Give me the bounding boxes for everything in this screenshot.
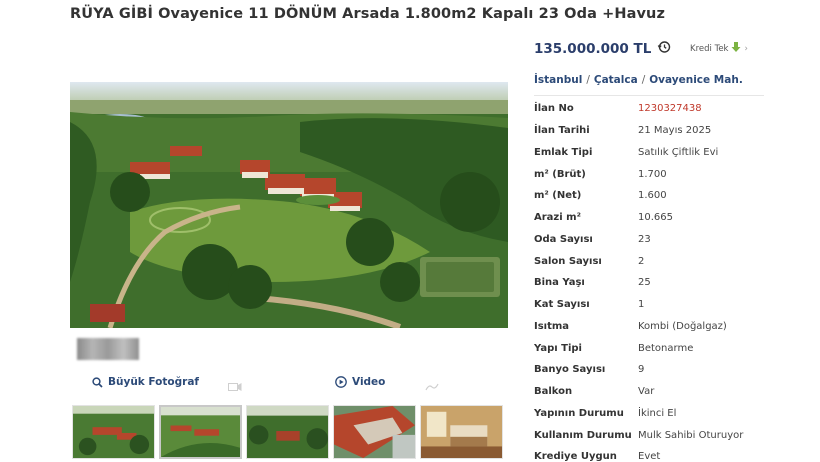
thumbnail-1[interactable] [72, 405, 155, 459]
detail-value: 1 [638, 299, 645, 311]
arrow-down-icon [731, 42, 741, 55]
detail-label: Banyo Sayısı [534, 364, 606, 376]
breadcrumb: İstanbul / Çatalca / Ovayenice Mah. [534, 74, 743, 86]
detail-row: Emlak Tipi Satılık Çiftlik Evi [534, 142, 774, 164]
detail-value: 1.700 [638, 168, 667, 180]
detail-row: Salon Sayısı 2 [534, 250, 774, 272]
detail-label: Salon Sayısı [534, 255, 602, 267]
detail-label: m² (Net) [534, 190, 582, 202]
detail-row: Kullanım Durumu Mulk Sahibi Oturuyor [534, 424, 774, 446]
detail-value: Var [638, 386, 655, 398]
detail-label: m² (Brüt) [534, 168, 586, 180]
blurred-thumbnail [77, 338, 139, 360]
thumbnail-3[interactable] [246, 405, 329, 459]
detail-row: Banyo Sayısı 9 [534, 359, 774, 381]
price: 135.000.000 TL [534, 40, 671, 58]
detail-label: Kullanım Durumu [534, 429, 632, 441]
kredi-label: Kredi Tek [690, 43, 729, 54]
detail-label: Isıtma [534, 320, 570, 332]
detail-label: Yapı Tipi [534, 342, 582, 354]
detail-label: İlan No [534, 103, 574, 115]
detail-row: m² (Brüt) 1.700 [534, 163, 774, 185]
detail-label: Krediye Uygun [534, 451, 617, 462]
breadcrumb-separator: / [641, 74, 646, 86]
detail-row: Bina Yaşı 25 [534, 272, 774, 294]
detail-value: 23 [638, 233, 651, 245]
breadcrumb-city[interactable]: İstanbul [534, 74, 582, 86]
detail-row: İlan Tarihi 21 Mayıs 2025 [534, 120, 774, 142]
camera-icon [228, 377, 242, 391]
panorama-icon [425, 377, 439, 391]
thumbnail-5[interactable] [420, 405, 503, 459]
thumbnail-strip [72, 405, 503, 459]
clock-history-icon[interactable] [657, 40, 671, 58]
detail-row: m² (Net) 1.600 [534, 185, 774, 207]
video-label: Video [352, 376, 386, 388]
divider [534, 95, 764, 96]
detail-value: Betonarme [638, 342, 694, 354]
detail-value: 1.600 [638, 190, 667, 202]
detail-label: Kat Sayısı [534, 299, 590, 311]
detail-row: Krediye Uygun Evet [534, 446, 774, 462]
kredi-link[interactable]: Kredi Tek › [690, 42, 748, 55]
breadcrumb-separator: / [586, 74, 590, 86]
detail-value: Satılık Çiftlik Evi [638, 146, 719, 158]
detail-label: Oda Sayısı [534, 233, 593, 245]
detail-row: Yapının Durumu İkinci El [534, 403, 774, 425]
details-table: İlan No 1230327438 İlan Tarihi 21 Mayıs 202… [534, 98, 774, 462]
price-value: 135.000.000 TL [534, 41, 652, 57]
thumbnail-4[interactable] [333, 405, 416, 459]
detail-value: 10.665 [638, 212, 673, 224]
detail-row: Isıtma Kombi (Doğalgaz) [534, 316, 774, 338]
detail-row: Balkon Var [534, 381, 774, 403]
big-photo-label: Büyük Fotoğraf [108, 376, 199, 388]
detail-row: Yapı Tipi Betonarme [534, 337, 774, 359]
detail-row: Arazi m² 10.665 [534, 207, 774, 229]
detail-label: Yapının Durumu [534, 407, 624, 419]
detail-value: 2 [638, 255, 645, 267]
detail-label: İlan Tarihi [534, 125, 590, 137]
detail-value: 25 [638, 277, 651, 289]
thumbnail-2[interactable] [159, 405, 242, 459]
detail-value: İkinci El [638, 407, 677, 419]
big-photo-button[interactable]: Büyük Fotoğraf [92, 376, 199, 388]
play-circle-icon [335, 376, 347, 388]
listing-title: RÜYA GİBİ Ovayenice 11 DÖNÜM Arsada 1.80… [70, 6, 665, 22]
kredi-tail: › [744, 43, 748, 54]
detail-value: 21 Mayıs 2025 [638, 125, 712, 137]
detail-row: İlan No 1230327438 [534, 98, 774, 120]
detail-value: 9 [638, 364, 645, 376]
detail-row: Oda Sayısı 23 [534, 229, 774, 251]
search-icon [92, 376, 103, 388]
video-button[interactable]: Video [335, 376, 385, 388]
detail-label: Bina Yaşı [534, 277, 585, 289]
detail-label: Emlak Tipi [534, 146, 593, 158]
detail-value: Kombi (Doğalgaz) [638, 320, 727, 332]
detail-value: Mulk Sahibi Oturuyor [638, 429, 744, 441]
detail-label: Arazi m² [534, 212, 581, 224]
detail-row: Kat Sayısı 1 [534, 294, 774, 316]
breadcrumb-neighborhood[interactable]: Ovayenice Mah. [649, 74, 743, 86]
listing-number: 1230327438 [638, 103, 702, 115]
detail-value: Evet [638, 451, 661, 462]
breadcrumb-district[interactable]: Çatalca [594, 74, 638, 86]
main-photo[interactable] [70, 82, 508, 328]
detail-label: Balkon [534, 386, 573, 398]
